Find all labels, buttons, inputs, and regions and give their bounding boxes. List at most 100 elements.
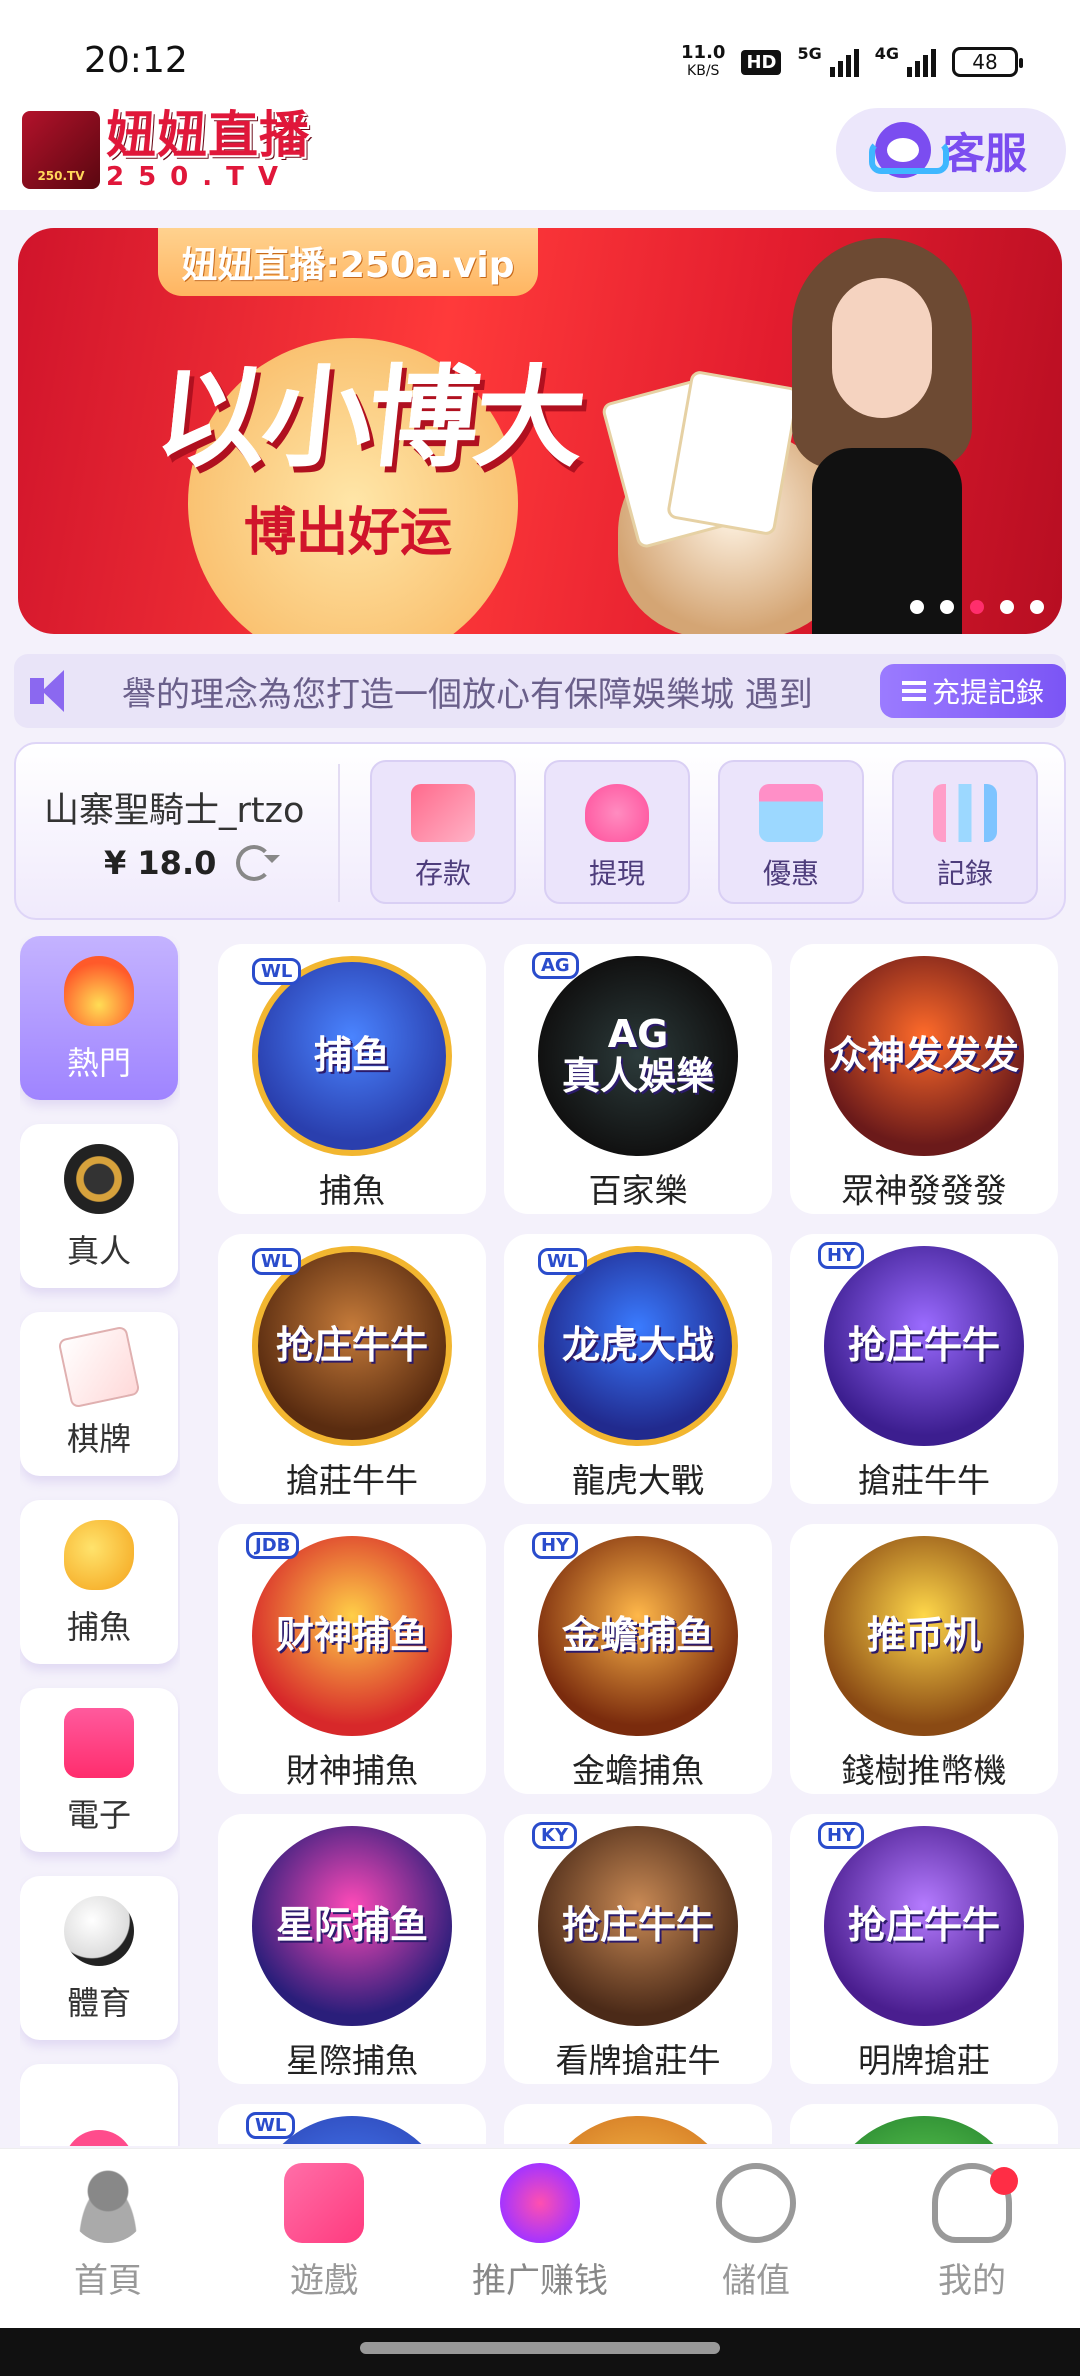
status-bar: 20:12 11.0 KB/S HD 5G 4G 48 [0, 0, 1080, 110]
transaction-records-button[interactable]: 充提記錄 [880, 664, 1066, 718]
withdraw-button[interactable]: 提現 [544, 760, 690, 904]
nav-promo[interactable]: 推广赚钱 [432, 2149, 648, 2328]
game-card[interactable]: 众神发发发 眾神發發發 [790, 944, 1058, 1214]
provider-badge: JDB [246, 1532, 300, 1559]
account-panel: 山寨聖騎士_rtzo ¥ 18.0 存款 提現 優惠 記錄 [14, 742, 1066, 920]
game-card[interactable]: JDB 财神捕鱼 財神捕魚 [218, 1524, 486, 1794]
game-name: 搶莊牛牛 [286, 1461, 418, 1500]
speaker-icon [30, 670, 82, 712]
game-card[interactable]: AG AG 真人娛樂 百家樂 [504, 944, 772, 1214]
app-logo[interactable]: 250.TV 妞妞直播 250.TV [22, 110, 310, 190]
game-name: 搶莊牛牛 [858, 1461, 990, 1500]
game-thumbnail: HY 金蟾捕鱼 [532, 1532, 738, 1736]
gamepad-icon [284, 2163, 364, 2243]
game-card[interactable]: 推币机 錢樹推幣機 [790, 1524, 1058, 1794]
game-card[interactable]: KY 抢庄牛牛 看牌搶莊牛 [504, 1814, 772, 2084]
game-thumbnail: WL 抢庄牛牛 [252, 1246, 452, 1446]
banner-dot[interactable] [910, 600, 924, 614]
game-thumbnail-text: 抢庄牛牛 [561, 1903, 714, 1948]
provider-badge: HY [532, 1532, 579, 1559]
list-icon [901, 681, 926, 701]
game-card[interactable]: WL [218, 2104, 486, 2144]
banner-pagination[interactable] [910, 600, 1044, 614]
game-thumbnail-text: 财神捕鱼 [275, 1613, 428, 1658]
announcement-text: 譽的理念為您打造一個放心有保障娛樂城 遇到 [122, 674, 813, 715]
provider-badge: WL [252, 1248, 302, 1275]
divider [338, 764, 340, 902]
status-time: 20:12 [84, 40, 188, 81]
category-tab[interactable]: 電子 [20, 1688, 178, 1852]
nav-label: 首頁 [74, 2261, 142, 2301]
game-card[interactable]: 星际捕鱼 星際捕魚 [218, 1814, 486, 2084]
home-indicator[interactable] [360, 2342, 720, 2354]
category-tab[interactable]: 熱門 [20, 936, 178, 1100]
provider-badge: WL [246, 2112, 296, 2139]
promotions-button[interactable]: 優惠 [718, 760, 864, 904]
refresh-icon[interactable] [236, 845, 273, 881]
category-label: 棋牌 [66, 1420, 131, 1458]
transaction-records-label: 充提記錄 [931, 676, 1044, 709]
game-thumbnail: AG AG 真人娛樂 [532, 952, 738, 1156]
logo-badge-icon: 250.TV [22, 111, 100, 189]
customer-service-button[interactable]: 客服 [836, 108, 1066, 192]
category-tab[interactable]: 捕魚 [20, 1500, 178, 1664]
banner-model-image [772, 228, 992, 634]
category-tab[interactable] [20, 2064, 178, 2146]
username: 山寨聖騎士_rtzo [44, 791, 305, 831]
wallet-action-label: 記錄 [936, 857, 993, 890]
hd-icon: HD [741, 49, 782, 75]
category-tab[interactable]: 棋牌 [20, 1312, 178, 1476]
signal-5g-label: 5G [797, 44, 822, 63]
deposit-button[interactable]: 存款 [370, 760, 516, 904]
category-tab[interactable]: 真人 [20, 1124, 178, 1288]
game-grid: WL 捕鱼 捕魚 AG AG 真人娛樂 百家樂 众神发发发 眾神發發發 WL 抢庄牛牛 搶莊牛牛 WL… [218, 944, 1062, 2144]
nav-deposit[interactable]: 儲值 [648, 2149, 864, 2328]
status-icons: 11.0 KB/S HD 5G 4G 48 [681, 44, 1023, 80]
network-speed: 11.0 KB/S [681, 44, 725, 80]
provider-badge: WL [252, 958, 302, 985]
game-card[interactable]: WL 抢庄牛牛搶莊牛牛 [218, 1234, 486, 1504]
promo-banner[interactable]: 妞妞直播:250a.vip 以小博大 博出好运 [18, 228, 1062, 634]
game-card[interactable]: HY 抢庄牛牛搶莊牛牛 [790, 1234, 1058, 1504]
banner-dot[interactable] [970, 600, 984, 614]
balance-amount: ¥ 18.0 [104, 844, 217, 882]
nav-home[interactable]: 首頁 [0, 2149, 216, 2328]
game-name: 捕魚 [319, 1171, 385, 1210]
game-thumbnail: 星际捕鱼 [252, 1826, 452, 2026]
nav-games[interactable]: 遊戲 [216, 2149, 432, 2328]
bar-chart-icon [933, 784, 997, 842]
game-card[interactable] [504, 2104, 772, 2144]
banner-subtitle: 博出好运 [244, 503, 453, 563]
logo-subtitle: 250.TV [106, 162, 293, 192]
provider-badge: KY [532, 1822, 577, 1849]
category-tab[interactable]: 體育 [20, 1876, 178, 2040]
announcement-marquee[interactable]: 譽的理念為您打造一個放心有保障娛樂城 遇到 充提記錄 [14, 654, 1066, 728]
game-thumbnail: 众神发发发 [824, 956, 1024, 1156]
banner-dot[interactable] [1030, 600, 1044, 614]
banner-dot[interactable] [1000, 600, 1014, 614]
nav-label: 我的 [938, 2261, 1006, 2301]
game-name: 星際捕魚 [286, 2041, 418, 2080]
game-thumbnail: HY 抢庄牛牛 [818, 1242, 1024, 1446]
game-card[interactable]: HY 抢庄牛牛 明牌搶莊 [790, 1814, 1058, 2084]
game-thumbnail-text: 星际捕鱼 [275, 1903, 428, 1948]
game-thumbnail: 推币机 [824, 1536, 1024, 1736]
game-thumbnail [538, 2116, 738, 2144]
nav-profile[interactable]: 我的 [864, 2149, 1080, 2328]
game-card[interactable] [790, 2104, 1058, 2144]
battery-icon: 48 [952, 47, 1023, 77]
game-thumbnail: WL 捕鱼 [252, 956, 452, 1156]
provider-badge: HY [818, 1242, 865, 1269]
app-header: 250.TV 妞妞直播 250.TV 客服 [0, 100, 1080, 210]
game-thumbnail: KY 抢庄牛牛 [532, 1822, 738, 2026]
playing-card-icon [57, 1325, 141, 1409]
game-name: 錢樹推幣機 [841, 1751, 1007, 1790]
banner-dot[interactable] [940, 600, 954, 614]
game-card[interactable]: WL 龙虎大战 龍虎大戰 [504, 1234, 772, 1504]
network-speed-value: 11.0 [681, 42, 726, 63]
records-button[interactable]: 記錄 [892, 760, 1038, 904]
game-card[interactable]: WL 捕鱼捕魚 [218, 944, 486, 1214]
game-thumbnail-text: 抢庄牛牛 [847, 1903, 1000, 1948]
game-card[interactable]: HY 金蟾捕鱼 金蟾捕魚 [504, 1524, 772, 1794]
casino-chip-icon [64, 1144, 134, 1214]
